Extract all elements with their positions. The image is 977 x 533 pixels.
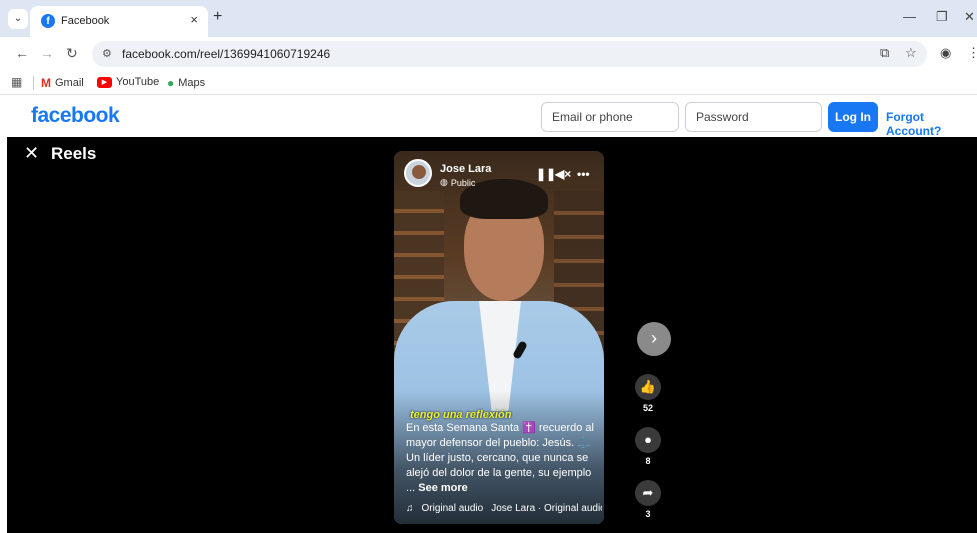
- post-caption: En esta Semana Santa ✝️ recuerdo al mayo…: [406, 421, 596, 496]
- browser-tabbar: ⌄ f Facebook × + — ❐ ✕: [0, 0, 977, 37]
- back-arrow-icon[interactable]: ←: [15, 45, 29, 61]
- apps-grid-icon[interactable]: ▦: [11, 75, 22, 89]
- avatar[interactable]: [404, 159, 432, 187]
- maps-pin-icon: ●: [167, 76, 175, 90]
- audio-label: Original audio: [421, 503, 484, 514]
- reload-icon[interactable]: ↻: [66, 45, 78, 62]
- next-reel-button[interactable]: ›: [637, 322, 671, 356]
- page-title: Reels: [51, 144, 97, 163]
- share-icon: ➦: [635, 480, 661, 506]
- password-field[interactable]: [685, 102, 822, 132]
- email-field[interactable]: [541, 102, 679, 132]
- audio-info[interactable]: ♫ Original audio Jose Lara · Original au…: [406, 503, 602, 514]
- mute-icon[interactable]: ◀×: [555, 167, 571, 181]
- tab-close-icon[interactable]: ×: [190, 12, 198, 27]
- bookmarks-divider: [33, 76, 34, 90]
- post-privacy: ◍ Public: [440, 177, 475, 188]
- like-button[interactable]: 👍 52: [633, 374, 663, 413]
- share-button[interactable]: ➦ 3: [633, 480, 663, 519]
- bookmark-label: Maps: [178, 77, 206, 89]
- address-bar[interactable]: ⚙ facebook.com/reel/1369941060719246: [92, 41, 927, 67]
- reel-video[interactable]: Jose Lara ◍ Public ❚❚ ◀× ••• tengo una r…: [394, 151, 604, 524]
- tab-search-chevron-icon[interactable]: ⌄: [8, 9, 28, 29]
- youtube-icon: ▶: [97, 76, 112, 88]
- browser-toolbar: ← → ↻ ⚙ facebook.com/reel/13699410607192…: [0, 37, 977, 71]
- comment-button[interactable]: ● 8: [633, 427, 663, 466]
- more-options-icon[interactable]: •••: [577, 167, 590, 181]
- restore-icon[interactable]: ❐: [936, 9, 948, 25]
- chevron-right-icon: ›: [651, 328, 657, 348]
- privacy-label: Public: [450, 177, 476, 188]
- forward-arrow-icon[interactable]: →: [40, 45, 54, 61]
- url-text[interactable]: facebook.com/reel/1369941060719246: [122, 47, 330, 61]
- bookmark-youtube[interactable]: ▶ YouTube: [97, 76, 159, 88]
- bookmarks-bar: ▦ M Gmail ▶ YouTube ● Maps: [0, 71, 977, 95]
- bookmark-label: Gmail: [55, 77, 84, 89]
- browser-tab[interactable]: f Facebook ×: [30, 6, 208, 37]
- window-close-icon[interactable]: ✕: [964, 9, 975, 25]
- bookmark-label: YouTube: [116, 76, 160, 88]
- comment-count: 8: [645, 456, 651, 466]
- new-tab-plus-icon[interactable]: +: [213, 8, 222, 26]
- audio-source: Jose Lara · Original audio: [491, 503, 602, 514]
- bookmark-maps[interactable]: ● Maps: [167, 76, 205, 90]
- profile-icon[interactable]: ◉: [940, 45, 951, 61]
- facebook-favicon-icon: f: [41, 14, 55, 28]
- facebook-header: facebook Log In Forgot Account?: [0, 96, 977, 138]
- video-subtitle: tengo una reflexión: [410, 409, 512, 421]
- see-more-link[interactable]: See more: [418, 482, 468, 494]
- like-count: 52: [642, 403, 653, 413]
- gmail-icon: M: [41, 76, 51, 90]
- site-info-icon[interactable]: ⚙: [102, 47, 112, 60]
- pause-icon[interactable]: ❚❚: [536, 167, 556, 181]
- close-icon[interactable]: ✕: [24, 143, 39, 164]
- login-button[interactable]: Log In: [828, 102, 878, 132]
- browser-menu-icon[interactable]: ⋮: [967, 45, 977, 61]
- bookmark-gmail[interactable]: M Gmail: [41, 76, 84, 90]
- globe-icon: ◍: [440, 177, 448, 187]
- audio-icon: ♫: [406, 503, 414, 514]
- comment-icon: ●: [635, 427, 661, 453]
- tab-title: Facebook: [61, 15, 110, 27]
- facebook-logo[interactable]: facebook: [31, 104, 120, 128]
- bookmark-star-icon[interactable]: ☆: [905, 45, 917, 61]
- minimize-icon[interactable]: —: [903, 9, 916, 24]
- post-author[interactable]: Jose Lara: [440, 163, 491, 175]
- forgot-account-link[interactable]: Forgot Account?: [886, 110, 977, 138]
- share-count: 3: [645, 509, 651, 519]
- install-app-icon[interactable]: ⧉: [880, 45, 889, 61]
- thumbs-up-icon: 👍: [635, 374, 661, 400]
